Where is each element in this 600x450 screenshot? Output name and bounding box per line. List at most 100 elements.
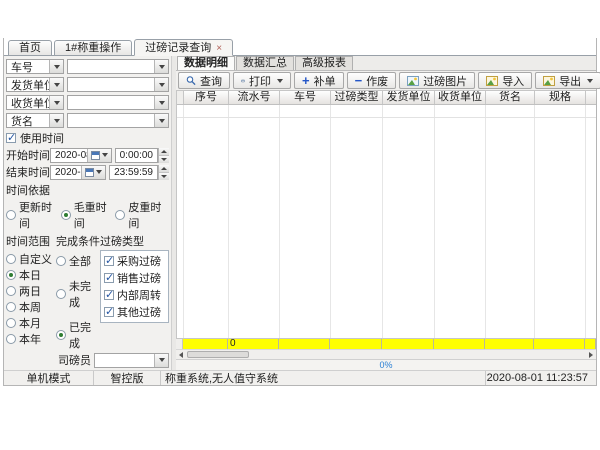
weigher-row: 司磅员 <box>6 352 169 368</box>
summary-selector-cell <box>176 339 183 349</box>
filter-row-sender: 发货单位 <box>6 77 169 92</box>
spin-up-icon[interactable] <box>159 165 169 172</box>
summary-cell <box>585 339 596 349</box>
col-header-spec[interactable]: 规格 <box>535 91 586 104</box>
tab-close-icon[interactable]: × <box>216 43 222 54</box>
chevron-down-icon[interactable] <box>49 114 63 127</box>
tab-weighing-operation[interactable]: 1#称重操作 <box>54 40 132 55</box>
summary-count-cell: 0 <box>228 339 279 349</box>
checkbox-sale-weigh[interactable]: 销售过磅 <box>104 270 165 286</box>
export-button[interactable]: 导出 <box>535 72 600 89</box>
radio-today[interactable]: 本日 <box>6 267 56 283</box>
start-time-spinner[interactable]: 0:00:00 <box>115 148 169 163</box>
end-time-row: 结束时间 2020-08-01 23:59:59 <box>6 164 169 180</box>
checkbox-other-weigh[interactable]: 其他过磅 <box>104 304 165 320</box>
sender-field-select[interactable]: 发货单位 <box>6 77 64 92</box>
chevron-down-icon[interactable] <box>49 60 63 73</box>
tab-data-detail[interactable]: 数据明细 <box>177 56 235 70</box>
chevron-down-icon[interactable] <box>154 78 168 91</box>
radio-update-time[interactable]: 更新时间 <box>6 199 59 231</box>
radio-icon <box>56 289 66 299</box>
vehicle-value-combo[interactable] <box>67 59 169 74</box>
app-window: 首页 1#称重操作 过磅记录查询× 车号 发货单位 收货单位 货名 <box>3 38 597 386</box>
spin-up-icon[interactable] <box>159 148 169 155</box>
checkbox-icon <box>6 133 16 143</box>
chevron-down-icon[interactable] <box>96 170 102 174</box>
receiver-field-select[interactable]: 收货单位 <box>6 95 64 110</box>
start-time-row: 开始时间 2020-08-01 0:00:00 <box>6 147 169 163</box>
spin-down-icon[interactable] <box>159 155 169 163</box>
tab-record-query[interactable]: 过磅记录查询× <box>134 39 233 56</box>
scrollbar-thumb[interactable] <box>187 351 249 358</box>
radio-this-month[interactable]: 本月 <box>6 315 56 331</box>
filter-row-receiver: 收货单位 <box>6 95 169 110</box>
start-date-picker[interactable]: 2020-08-01 <box>50 148 112 163</box>
records-grid: 序号 流水号 车号 过磅类型 发货单位 收货单位 货名 规格 <box>176 91 596 338</box>
scroll-right-icon[interactable] <box>586 350 596 359</box>
receiver-value-combo[interactable] <box>67 95 169 110</box>
radio-tare-time[interactable]: 皮重时间 <box>115 199 169 231</box>
void-button[interactable]: − 作废 <box>347 72 397 89</box>
end-time-spinner[interactable]: 23:59:59 <box>109 165 169 180</box>
radio-unfinished[interactable]: 未完成 <box>56 278 100 310</box>
summary-cell <box>183 339 228 349</box>
weigh-photo-button[interactable]: 过磅图片 <box>399 72 475 89</box>
radio-icon <box>6 254 16 264</box>
col-header-seq[interactable]: 序号 <box>184 91 229 104</box>
radio-custom-range[interactable]: 自定义 <box>6 251 56 267</box>
chevron-down-icon[interactable] <box>154 60 168 73</box>
use-time-checkbox[interactable]: 使用时间 <box>6 130 169 146</box>
calendar-icon[interactable] <box>85 168 94 177</box>
main-tab-bar: 首页 1#称重操作 过磅记录查询× <box>4 38 596 56</box>
scroll-left-icon[interactable] <box>176 350 186 359</box>
radio-two-days[interactable]: 两日 <box>6 283 56 299</box>
progress-bar: 0% <box>176 359 596 370</box>
chevron-down-icon[interactable] <box>154 114 168 127</box>
horizontal-scrollbar[interactable] <box>176 349 596 359</box>
filter-row-vehicle: 车号 <box>6 59 169 74</box>
grid-body[interactable] <box>177 105 596 338</box>
radio-gross-time[interactable]: 毛重时间 <box>61 199 114 231</box>
col-header-receiver[interactable]: 收货单位 <box>435 91 486 104</box>
summary-cell <box>330 339 382 349</box>
printer-icon <box>241 76 245 86</box>
col-header-sender[interactable]: 发货单位 <box>383 91 435 104</box>
import-button[interactable]: 导入 <box>478 72 532 89</box>
goods-field-select[interactable]: 货名 <box>6 113 64 128</box>
radio-this-week[interactable]: 本周 <box>6 299 56 315</box>
radio-finished[interactable]: 已完成 <box>56 319 100 351</box>
radio-all[interactable]: 全部 <box>56 253 100 269</box>
spin-down-icon[interactable] <box>159 172 169 180</box>
end-date-picker[interactable]: 2020-08-01 <box>50 165 106 180</box>
chevron-down-icon[interactable] <box>102 153 108 157</box>
col-header-weigh-type[interactable]: 过磅类型 <box>331 91 383 104</box>
calendar-icon[interactable] <box>91 151 100 160</box>
weigher-combo[interactable] <box>94 353 169 368</box>
tab-advanced-report[interactable]: 高级报表 <box>295 56 353 70</box>
tab-home[interactable]: 首页 <box>8 40 52 55</box>
export-icon <box>543 76 555 86</box>
col-header-goods[interactable]: 货名 <box>486 91 535 104</box>
sender-value-combo[interactable] <box>67 77 169 92</box>
tab-data-summary[interactable]: 数据汇总 <box>236 56 294 70</box>
goods-value-combo[interactable] <box>67 113 169 128</box>
vehicle-field-select[interactable]: 车号 <box>6 59 64 74</box>
checkbox-internal-transfer[interactable]: 内部周转 <box>104 287 165 303</box>
col-header-vehicle[interactable]: 车号 <box>280 91 331 104</box>
radio-icon <box>56 330 66 340</box>
supplement-button[interactable]: + 补单 <box>294 72 344 89</box>
print-button[interactable]: 打印 <box>233 72 291 89</box>
radio-this-year[interactable]: 本年 <box>6 331 56 347</box>
chevron-down-icon[interactable] <box>154 354 168 367</box>
query-button[interactable]: 查询 <box>178 72 230 89</box>
radio-icon <box>115 210 125 220</box>
chevron-down-icon[interactable] <box>49 96 63 109</box>
chevron-down-icon[interactable] <box>154 96 168 109</box>
time-basis-label: 时间依据 <box>6 182 50 198</box>
chevron-down-icon[interactable] <box>49 78 63 91</box>
summary-cell <box>382 339 434 349</box>
query-filter-panel: 车号 发货单位 收货单位 货名 使用时间 开始时间 <box>4 56 172 370</box>
checkbox-purchase-weigh[interactable]: 采购过磅 <box>104 253 165 269</box>
col-header-serial[interactable]: 流水号 <box>229 91 280 104</box>
grid-toolbar: 查询 打印 + 补单 − 作废 过磅图片 <box>176 71 596 91</box>
